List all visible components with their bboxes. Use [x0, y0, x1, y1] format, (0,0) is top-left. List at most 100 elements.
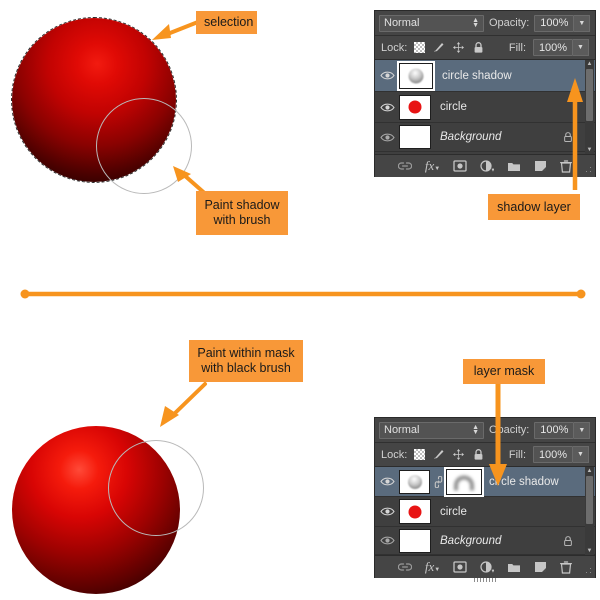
visibility-toggle-top-0[interactable]	[375, 70, 399, 81]
layer-row-circle-bottom[interactable]: circle	[375, 497, 595, 527]
opacity-label-top: Opacity:	[489, 17, 529, 29]
layer-thumbnail-top-1[interactable]	[399, 95, 431, 120]
layers-panel-footer-top: fx▼ ▼	[375, 154, 595, 177]
fill-value-top[interactable]: 100%	[533, 39, 573, 56]
fill-control-top[interactable]: 100% ▼	[533, 39, 589, 56]
chevron-updown-icon: ▲▼	[472, 425, 479, 435]
layer-thumbnail-top-0[interactable]	[399, 63, 433, 89]
opacity-dropdown-icon-top[interactable]: ▼	[574, 15, 590, 32]
section-divider	[18, 286, 588, 302]
visibility-toggle-bottom-1[interactable]	[375, 506, 399, 517]
visibility-toggle-bottom-2[interactable]	[375, 535, 399, 546]
svg-text:▼: ▼	[491, 168, 495, 173]
blend-mode-row-bottom: Normal ▲▼ Opacity: 100% ▼	[375, 418, 595, 443]
layer-style-fx-icon[interactable]: fx▼	[425, 158, 440, 174]
new-layer-icon[interactable]	[534, 160, 547, 172]
layer-thumbnail-top-2[interactable]	[399, 125, 431, 149]
blend-mode-row-top: Normal ▲▼ Opacity: 100% ▼	[375, 11, 595, 36]
opacity-value-top[interactable]: 100%	[534, 15, 574, 32]
fill-label-top: Fill:	[509, 42, 526, 54]
opacity-value-bottom[interactable]: 100%	[534, 422, 574, 439]
background-lock-icon-bottom	[563, 535, 573, 547]
scroll-down-arrow-top[interactable]: ▼	[587, 147, 593, 153]
mask-link-icon[interactable]	[432, 476, 444, 488]
layer-thumbnail-bottom-0[interactable]	[399, 470, 430, 494]
layer-name-bottom-1: circle	[440, 506, 467, 518]
link-layers-icon[interactable]	[398, 562, 412, 572]
callout-shadow-layer: shadow layer	[488, 194, 580, 220]
scroll-thumb-top[interactable]	[586, 69, 593, 121]
layer-name-top-2: Background	[440, 131, 501, 143]
callout-paint-within-mask: Paint within mask with black brush	[189, 340, 303, 382]
brush-cursor-circle-bottom	[108, 440, 204, 536]
opacity-control-bottom[interactable]: 100% ▼	[534, 422, 590, 439]
layers-panel-bottom[interactable]: Normal ▲▼ Opacity: 100% ▼ Lock: Fill:	[374, 417, 596, 578]
lock-label-top: Lock:	[381, 42, 407, 54]
opacity-control-top[interactable]: 100% ▼	[534, 15, 590, 32]
blend-mode-select-top[interactable]: Normal ▲▼	[379, 15, 484, 32]
fill-control-bottom[interactable]: 100% ▼	[533, 446, 589, 463]
lock-row-top: Lock: Fill: 100% ▼	[375, 36, 595, 60]
layer-row-circle-shadow-top[interactable]: circle shadow	[375, 60, 595, 92]
panel-drag-grip-bottom[interactable]	[474, 578, 496, 582]
new-group-icon[interactable]	[507, 562, 521, 573]
callout-layer-mask: layer mask	[463, 359, 545, 384]
blend-mode-value-top: Normal	[384, 17, 419, 29]
layer-row-circle-shadow-bottom[interactable]: circle shadow	[375, 467, 595, 497]
layer-thumbnail-bottom-2[interactable]	[399, 529, 431, 553]
adjustment-layer-icon[interactable]: ▼	[480, 561, 494, 573]
layer-list-scrollbar-bottom[interactable]: ▲ ▼	[585, 467, 594, 555]
layers-panel-footer-bottom: fx▼ ▼	[375, 555, 595, 578]
callout-paint-shadow: Paint shadow with brush	[196, 191, 288, 235]
fill-dropdown-icon-top[interactable]: ▼	[573, 39, 589, 56]
layers-panel-top[interactable]: Normal ▲▼ Opacity: 100% ▼ Lock: Fill:	[374, 10, 596, 177]
all-lock-icon[interactable]	[472, 448, 485, 461]
blend-mode-value-bottom: Normal	[384, 424, 419, 436]
blend-mode-select-bottom[interactable]: Normal ▲▼	[379, 422, 484, 439]
position-lock-icon[interactable]	[452, 448, 465, 461]
layer-list-scrollbar-top[interactable]: ▲ ▼	[585, 60, 594, 154]
tutorial-illustration: selection Paint shadow with brush Normal…	[0, 0, 600, 600]
delete-layer-icon[interactable]	[560, 561, 572, 574]
layer-name-top-1: circle	[440, 101, 467, 113]
layer-thumbnail-bottom-1[interactable]	[399, 499, 431, 524]
canvas-bottom	[8, 414, 218, 594]
visibility-toggle-bottom-0[interactable]	[375, 476, 399, 487]
lock-row-bottom: Lock: Fill: 100% ▼	[375, 443, 595, 467]
layer-row-background-top[interactable]: Background	[375, 123, 595, 152]
visibility-toggle-top-2[interactable]	[375, 132, 399, 143]
link-layers-icon[interactable]	[398, 161, 412, 171]
transparency-lock-icon[interactable]	[414, 449, 425, 460]
lock-label-bottom: Lock:	[381, 449, 407, 461]
layer-name-top-0: circle shadow	[442, 70, 512, 82]
callout-selection: selection	[196, 11, 257, 34]
image-lock-icon[interactable]	[432, 41, 445, 54]
layer-row-background-bottom[interactable]: Background	[375, 527, 595, 555]
svg-text:▼: ▼	[491, 569, 495, 574]
scroll-thumb-bottom[interactable]	[586, 476, 593, 524]
arrow-layer-mask	[488, 384, 508, 488]
add-layer-mask-icon[interactable]	[453, 160, 467, 172]
new-group-icon[interactable]	[507, 161, 521, 172]
position-lock-icon[interactable]	[452, 41, 465, 54]
layer-style-fx-icon[interactable]: fx▼	[425, 559, 440, 575]
all-lock-icon[interactable]	[472, 41, 485, 54]
layer-mask-thumbnail-bottom-0[interactable]	[446, 469, 482, 495]
layer-row-circle-top[interactable]: circle	[375, 92, 595, 123]
new-layer-icon[interactable]	[534, 561, 547, 573]
fill-label-bottom: Fill:	[509, 449, 526, 461]
opacity-dropdown-icon-bottom[interactable]: ▼	[574, 422, 590, 439]
panel-resize-grip-top[interactable]	[585, 166, 592, 173]
transparency-lock-icon[interactable]	[414, 42, 425, 53]
adjustment-layer-icon[interactable]: ▼	[480, 160, 494, 172]
add-layer-mask-icon[interactable]	[453, 561, 467, 573]
scroll-down-arrow-bottom[interactable]: ▼	[587, 548, 593, 554]
fill-dropdown-icon-bottom[interactable]: ▼	[573, 446, 589, 463]
fill-value-bottom[interactable]: 100%	[533, 446, 573, 463]
visibility-toggle-top-1[interactable]	[375, 102, 399, 113]
image-lock-icon[interactable]	[432, 448, 445, 461]
scroll-up-arrow-bottom[interactable]: ▲	[587, 468, 593, 474]
scroll-up-arrow-top[interactable]: ▲	[587, 61, 593, 67]
layer-name-bottom-2: Background	[440, 535, 501, 547]
panel-resize-grip-bottom[interactable]	[585, 567, 592, 574]
